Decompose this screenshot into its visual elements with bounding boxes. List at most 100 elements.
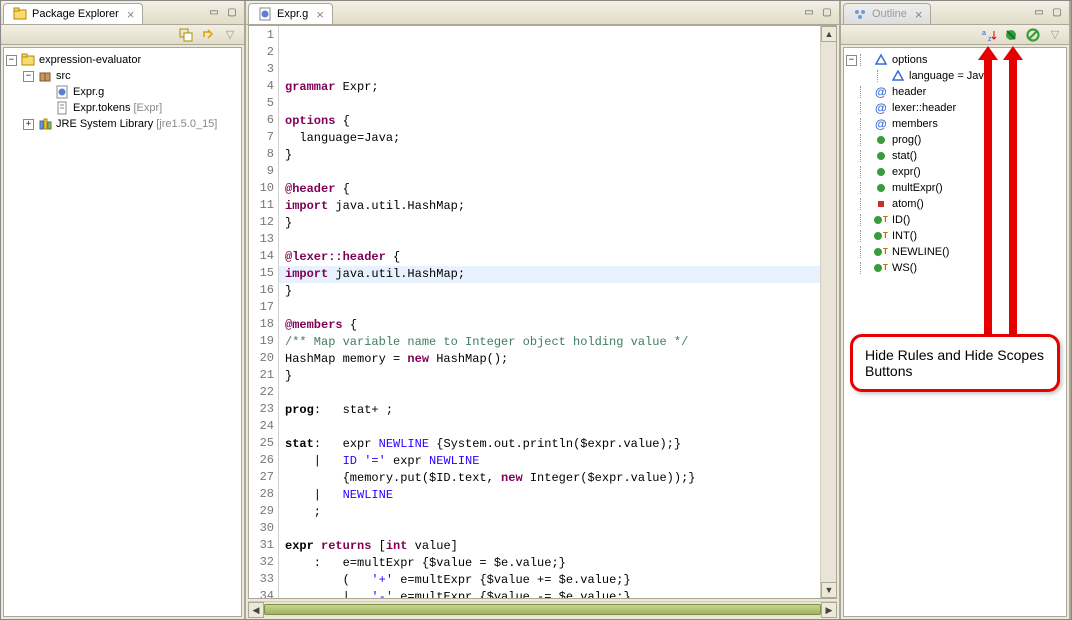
expander-icon[interactable]: − (846, 55, 857, 66)
tree-label: expression-evaluator (39, 54, 141, 66)
callout-arrow (1009, 60, 1017, 335)
package-explorer-icon (12, 6, 28, 22)
outline-item[interactable]: stat() (846, 148, 1064, 164)
outline-item[interactable]: TID() (846, 212, 1064, 228)
svg-text:@: @ (875, 86, 887, 98)
outline-tab-bar: Outline × ▭ ▢ (841, 1, 1069, 25)
expander-icon[interactable] (846, 119, 857, 130)
close-icon[interactable]: × (127, 7, 135, 22)
outline-item[interactable]: @lexer::header (846, 100, 1064, 116)
at-blue-icon: @ (873, 116, 889, 132)
expander-icon[interactable] (40, 103, 51, 114)
maximize-outline-button[interactable]: ▢ (1049, 6, 1065, 20)
expander-icon[interactable] (846, 87, 857, 98)
circle-green-icon (873, 148, 889, 164)
tree-decorator: [jre1.5.0_15] (156, 118, 217, 130)
outline-item[interactable]: TNEWLINE() (846, 244, 1064, 260)
minimize-view-button[interactable]: ▭ (206, 6, 222, 20)
view-menu-button[interactable]: ▽ (222, 27, 238, 43)
outline-item[interactable]: TINT() (846, 228, 1064, 244)
tree-label: src (56, 70, 71, 82)
expander-icon[interactable] (40, 87, 51, 98)
close-icon[interactable]: × (316, 7, 324, 22)
horizontal-scrollbar[interactable]: ◀ ▶ (248, 601, 837, 617)
expander-icon[interactable] (846, 151, 857, 162)
square-red-icon (873, 196, 889, 212)
outline-label: atom() (892, 198, 924, 210)
tree-item[interactable]: Expr.tokens [Expr] (6, 100, 239, 116)
expander-icon[interactable]: + (23, 119, 34, 130)
at-blue-icon: @ (873, 84, 889, 100)
expander-icon[interactable]: − (6, 55, 17, 66)
tree-label: JRE System Library (56, 118, 153, 130)
outline-label: expr() (892, 166, 921, 178)
expander-icon[interactable] (863, 71, 874, 82)
scroll-left-arrow[interactable]: ◀ (248, 602, 264, 618)
circle-green-icon (873, 164, 889, 180)
tree-decorator: [Expr] (133, 102, 162, 114)
code-editor[interactable]: 1234567891011121314151617181920212223242… (248, 25, 837, 599)
minimize-outline-button[interactable]: ▭ (1031, 6, 1047, 20)
code-area[interactable]: grammar Expr;options { language=Java;}@h… (279, 26, 820, 598)
expander-icon[interactable] (846, 231, 857, 242)
tree-item[interactable]: − expression-evaluator (6, 52, 239, 68)
outline-item[interactable]: @header (846, 84, 1064, 100)
outline-label: lexer::header (892, 102, 956, 114)
outline-tree[interactable]: −optionslanguage = Java@header@lexer::he… (843, 47, 1067, 617)
outline-item[interactable]: −options (846, 52, 1064, 68)
scroll-down-arrow[interactable]: ▼ (821, 582, 837, 598)
outline-item[interactable]: language = Java (846, 68, 1064, 84)
vertical-scrollbar[interactable]: ▲ ▼ (820, 26, 836, 598)
circle-green-t-icon: T (873, 260, 889, 276)
outline-label: stat() (892, 150, 917, 162)
view-menu-button[interactable]: ▽ (1047, 27, 1063, 43)
editor-tab[interactable]: Expr.g × (248, 3, 333, 24)
callout-text: Hide Rules and Hide Scopes Buttons (865, 347, 1044, 379)
hide-rules-button[interactable] (1003, 27, 1019, 43)
link-editor-button[interactable] (200, 27, 216, 43)
collapse-all-button[interactable] (178, 27, 194, 43)
tree-item[interactable]: − src (6, 68, 239, 84)
tree-item[interactable]: Expr.g (6, 84, 239, 100)
expander-icon[interactable] (846, 103, 857, 114)
scroll-right-arrow[interactable]: ▶ (821, 602, 837, 618)
outline-item[interactable]: expr() (846, 164, 1064, 180)
outline-item[interactable]: prog() (846, 132, 1064, 148)
outline-title: Outline (872, 8, 907, 20)
close-icon[interactable]: × (915, 7, 923, 22)
triangle-blue-icon (873, 52, 889, 68)
svg-text:T: T (883, 247, 888, 256)
expander-icon[interactable] (846, 135, 857, 146)
circle-green-icon (873, 180, 889, 196)
outline-item[interactable]: atom() (846, 196, 1064, 212)
expander-icon[interactable] (846, 199, 857, 210)
package-explorer-tab[interactable]: Package Explorer × (3, 3, 143, 24)
maximize-view-button[interactable]: ▢ (224, 6, 240, 20)
editor-tab-bar: Expr.g × ▭ ▢ (246, 1, 839, 25)
outline-item[interactable]: multExpr() (846, 180, 1064, 196)
hide-scopes-button[interactable] (1025, 27, 1041, 43)
sort-alpha-button[interactable]: az (981, 27, 997, 43)
scrollbar-thumb[interactable] (264, 604, 821, 615)
tree-item[interactable]: + JRE System Library [jre1.5.0_15] (6, 116, 239, 132)
file-icon (54, 100, 70, 116)
minimize-editor-button[interactable]: ▭ (801, 6, 817, 20)
package-explorer-tab-bar: Package Explorer × ▭ ▢ (1, 1, 244, 25)
expander-icon[interactable] (846, 263, 857, 274)
svg-text:a: a (982, 30, 986, 37)
outline-item[interactable]: @members (846, 116, 1064, 132)
package-explorer-tree[interactable]: −expression-evaluator−srcExpr.gExpr.toke… (3, 47, 242, 617)
outline-label: ID() (892, 214, 910, 226)
outline-tab[interactable]: Outline × (843, 3, 931, 24)
outline-item[interactable]: TWS() (846, 260, 1064, 276)
expander-icon[interactable] (846, 167, 857, 178)
outline-panel: Outline × ▭ ▢ az ▽ −optionslanguage = Ja… (841, 1, 1071, 619)
scroll-up-arrow[interactable]: ▲ (821, 26, 837, 42)
package-explorer-panel: Package Explorer × ▭ ▢ ▽ −expression-eva… (1, 1, 246, 619)
expander-icon[interactable] (846, 183, 857, 194)
expander-icon[interactable] (846, 247, 857, 258)
outline-label: INT() (892, 230, 917, 242)
expander-icon[interactable] (846, 215, 857, 226)
maximize-editor-button[interactable]: ▢ (819, 6, 835, 20)
expander-icon[interactable]: − (23, 71, 34, 82)
